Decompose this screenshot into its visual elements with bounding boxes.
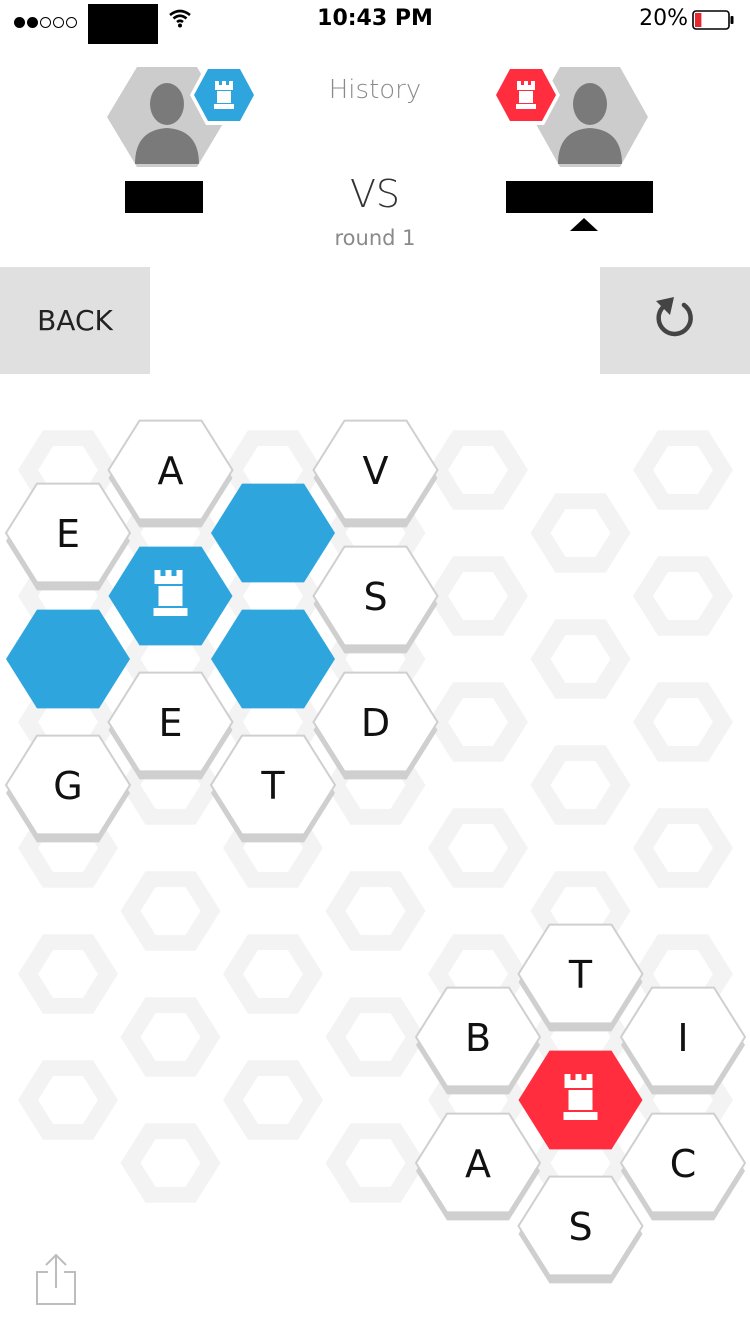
- history-link[interactable]: History: [275, 75, 475, 105]
- back-button[interactable]: BACK: [0, 267, 150, 374]
- hex-tile-t9[interactable]: E: [107, 671, 234, 780]
- rotate-left-icon: [656, 297, 693, 337]
- empty-cell: [428, 682, 528, 762]
- rook-icon: [516, 81, 536, 109]
- empty-cell: [223, 1060, 323, 1140]
- tile-letter: A: [158, 449, 184, 493]
- empty-cell: [633, 430, 733, 510]
- hex-tile-t2[interactable]: V: [312, 419, 439, 528]
- current-turn-indicator: [570, 218, 598, 231]
- player-left-badge: [190, 65, 258, 125]
- tile-letter: C: [670, 1142, 697, 1186]
- empty-cell: [325, 997, 426, 1077]
- hex-tile-t16[interactable]: [518, 1050, 643, 1150]
- reset-button[interactable]: [600, 267, 750, 374]
- hex-tile-t11[interactable]: G: [4, 734, 132, 843]
- tile-letter: S: [363, 575, 387, 619]
- empty-cell: [120, 871, 221, 951]
- hex-tile-t13[interactable]: T: [517, 923, 644, 1032]
- hex-tile-t10[interactable]: D: [312, 671, 439, 780]
- status-time: 10:43 PM: [317, 6, 433, 31]
- player-right-badge: [492, 65, 560, 125]
- hex-tile-t1[interactable]: A: [107, 419, 234, 528]
- status-bar: 10:43 PM 20%: [0, 0, 750, 44]
- empty-cell: [633, 682, 733, 762]
- player-right-name-redacted: [506, 181, 653, 213]
- tile-letter: B: [465, 1016, 491, 1060]
- tile-letter: I: [677, 1016, 688, 1060]
- hex-tile-t3[interactable]: E: [4, 482, 132, 591]
- empty-cell: [18, 1060, 118, 1140]
- battery-icon: [692, 10, 734, 30]
- rook-icon: [214, 81, 234, 109]
- round-label: round 1: [334, 226, 416, 250]
- tile-letter: E: [56, 512, 80, 556]
- rook-icon: [563, 1074, 598, 1120]
- tile-letter: S: [568, 1205, 592, 1249]
- empty-cell: [633, 556, 733, 636]
- hex-tile-t7[interactable]: [6, 609, 130, 709]
- tile-letter: T: [568, 953, 593, 997]
- empty-cell: [530, 619, 631, 699]
- empty-cell: [325, 871, 426, 951]
- tile-letter: T: [260, 764, 285, 808]
- empty-cell: [633, 808, 733, 888]
- empty-cell: [223, 934, 323, 1014]
- tile-letter: V: [363, 449, 389, 493]
- hex-tile-t4[interactable]: [211, 483, 335, 583]
- share-icon[interactable]: [34, 1252, 78, 1306]
- hex-tile-t12[interactable]: T: [209, 734, 337, 843]
- hex-tile-t18[interactable]: C: [619, 1112, 747, 1221]
- hex-tile-t15[interactable]: I: [619, 986, 747, 1095]
- game-board: A V E S E D G T T B I A C S: [4, 419, 747, 1284]
- rook-icon: [153, 570, 188, 616]
- battery-percentage: 20%: [639, 6, 688, 31]
- hex-tile-t6[interactable]: S: [312, 545, 439, 654]
- tile-letter: E: [158, 701, 182, 745]
- empty-cell: [18, 934, 118, 1014]
- empty-cell: [428, 556, 528, 636]
- player-left-name-redacted: [125, 181, 203, 213]
- vs-label: VS: [349, 172, 401, 216]
- empty-cell: [428, 808, 528, 888]
- hex-tile-t8[interactable]: [211, 609, 335, 709]
- hex-tile-t14[interactable]: B: [414, 986, 542, 1095]
- empty-cell: [428, 430, 528, 510]
- empty-cell: [530, 493, 631, 573]
- tile-letter: G: [53, 764, 82, 808]
- empty-cell: [120, 997, 221, 1077]
- hex-tile-t19[interactable]: S: [517, 1175, 644, 1284]
- tile-letter: A: [465, 1142, 491, 1186]
- hex-tile-t17[interactable]: A: [414, 1112, 542, 1221]
- tile-letter: D: [361, 701, 390, 745]
- empty-cell: [120, 1123, 221, 1203]
- empty-cell: [530, 745, 631, 825]
- empty-cell: [325, 1123, 426, 1203]
- hex-tile-t5[interactable]: [108, 546, 233, 646]
